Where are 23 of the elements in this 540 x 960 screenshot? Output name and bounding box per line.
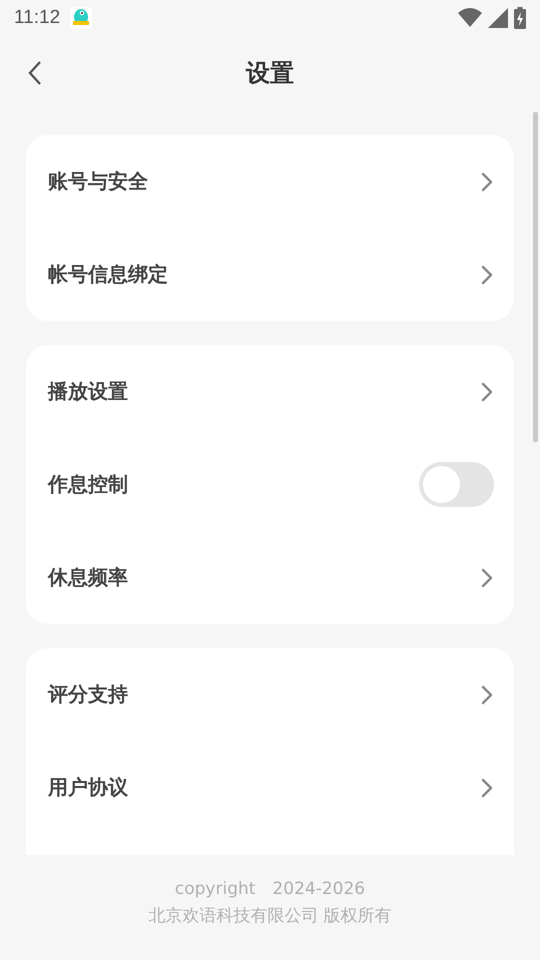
company-text: 北京欢语科技有限公司 版权所有 <box>148 905 392 927</box>
monster-icon <box>70 7 92 29</box>
chevron-right-icon <box>480 566 494 588</box>
page-title: 设置 <box>246 58 294 89</box>
chevron-right-icon <box>480 264 494 286</box>
wifi-icon <box>458 8 482 28</box>
signal-icon <box>488 8 508 28</box>
scrollbar[interactable] <box>533 112 538 442</box>
setting-label: 评分支持 <box>48 681 128 708</box>
chevron-right-icon <box>480 684 494 706</box>
setting-label: 用户协议 <box>48 774 128 801</box>
setting-label: 作息控制 <box>48 471 128 498</box>
setting-label: 休息频率 <box>48 564 128 591</box>
chevron-right-icon <box>480 170 494 192</box>
chevron-right-icon <box>480 776 494 798</box>
status-time: 11:12 <box>14 7 60 29</box>
toggle-switch[interactable] <box>419 462 494 507</box>
battery-icon <box>514 7 526 29</box>
setting-label: 帐号信息绑定 <box>48 261 168 288</box>
chevron-right-icon <box>480 380 494 402</box>
setting-label: 播放设置 <box>48 378 128 405</box>
setting-label: 账号与安全 <box>48 168 148 195</box>
copyright-text: copyright 2024-2026 <box>174 878 366 900</box>
